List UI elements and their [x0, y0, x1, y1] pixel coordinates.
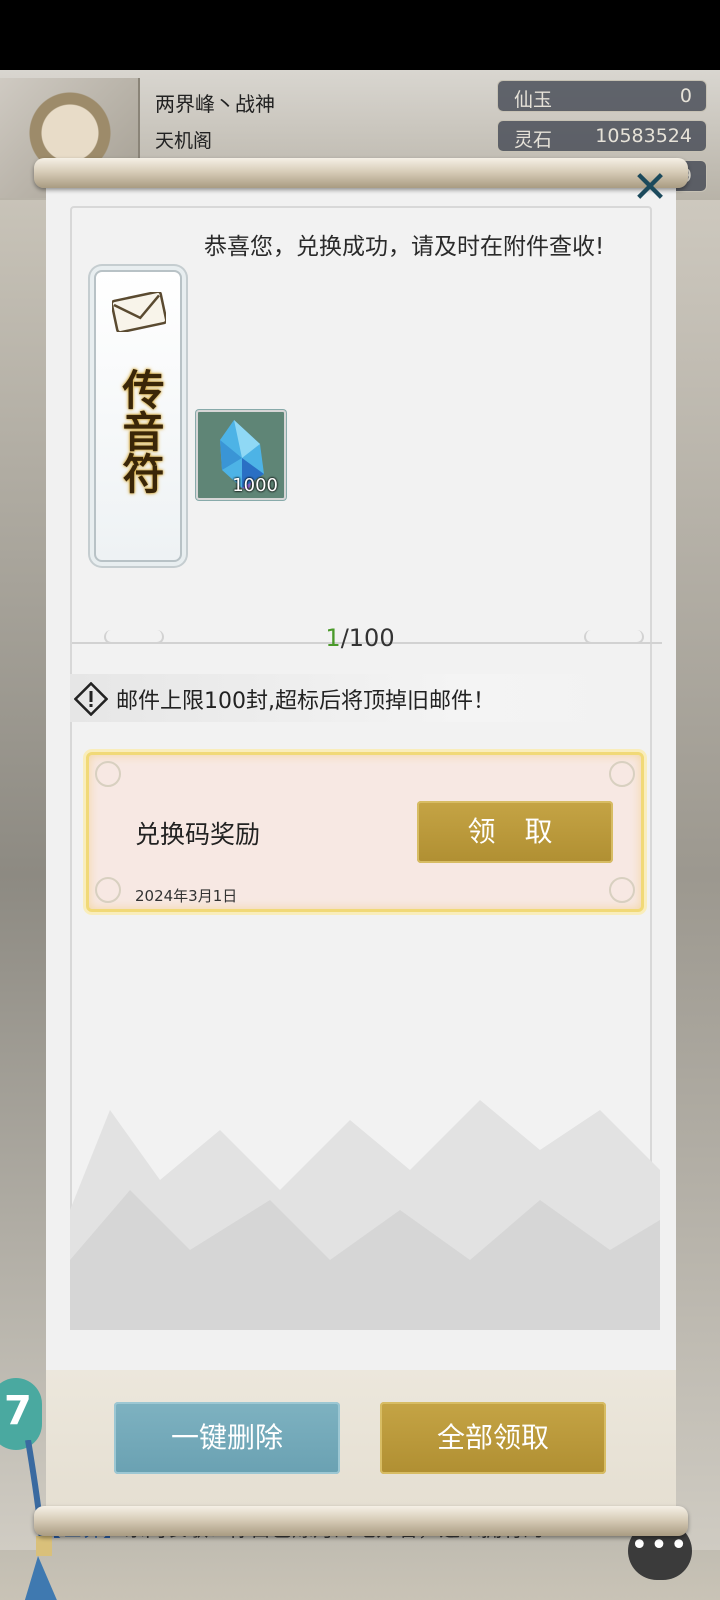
background-left: 7	[0, 200, 57, 1600]
mail-count-total: /100	[340, 624, 395, 652]
mountain-decoration	[70, 1100, 660, 1330]
resource-label: 灵石	[514, 129, 553, 151]
corner-ornament	[95, 877, 121, 903]
status-bar	[0, 0, 720, 70]
mail-item-date: 2024年3月1日	[135, 887, 238, 905]
corner-ornament	[609, 761, 635, 787]
warning-icon	[74, 682, 108, 716]
sender-card: 传音符	[94, 270, 182, 562]
delete-all-button[interactable]: 一键删除	[114, 1402, 340, 1474]
resource-label: 仙玉	[514, 89, 553, 111]
scroll-rod-top	[34, 158, 688, 188]
resource-value: 0	[679, 85, 692, 107]
player-name: 两界峰丶战神	[155, 92, 275, 116]
resource-lingshi: 灵石 10583524	[497, 120, 707, 152]
attachment-quantity: 1000	[232, 475, 278, 496]
player-guild: 天机阁	[155, 130, 213, 152]
corner-ornament	[609, 877, 635, 903]
mail-count: 1/100	[0, 624, 720, 652]
corner-ornament	[95, 761, 121, 787]
mail-message: 恭喜您，兑换成功，请及时在附件查收!	[204, 234, 605, 260]
close-icon[interactable]: ✕	[628, 166, 672, 212]
sender-label: 传音符	[116, 368, 165, 494]
claim-all-button[interactable]: 全部领取	[380, 1402, 606, 1474]
mail-item[interactable]: 兑换码奖励 2024年3月1日 领 取	[86, 752, 644, 912]
claim-button[interactable]: 领 取	[417, 801, 613, 863]
mail-count-current: 1	[325, 624, 341, 652]
attachment-slot[interactable]: 1000	[196, 410, 286, 500]
limit-notice: 邮件上限100封,超标后将顶掉旧邮件！	[70, 674, 630, 722]
scroll-rod-bottom	[34, 1506, 688, 1536]
resource-value: 10583524	[595, 125, 692, 147]
resource-xianyu: 仙玉 0	[497, 80, 707, 112]
mail-item-title: 兑换码奖励	[135, 820, 261, 849]
background-right	[676, 200, 720, 1550]
envelope-icon	[112, 292, 166, 332]
limit-notice-text: 邮件上限100封,超标后将顶掉旧邮件！	[116, 689, 495, 714]
